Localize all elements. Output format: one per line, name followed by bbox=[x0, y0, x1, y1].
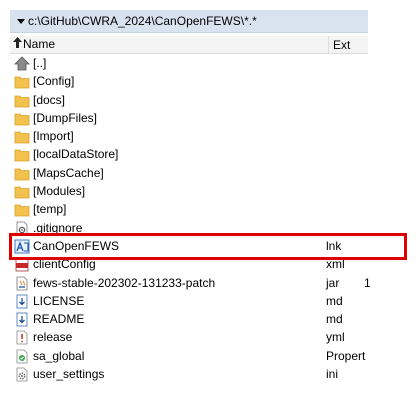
file-name: release bbox=[33, 330, 73, 345]
column-name-header[interactable]: Name bbox=[13, 37, 55, 51]
folder-icon bbox=[14, 111, 30, 126]
file-name: [Modules] bbox=[33, 184, 86, 199]
folder-icon bbox=[14, 184, 30, 199]
file-name: LICENSE bbox=[33, 293, 85, 308]
file-ext: ini bbox=[326, 367, 339, 382]
column-header: Name Ext bbox=[10, 36, 368, 54]
path-bar[interactable]: c:\GitHub\CWRA_2024\CanOpenFEWS\*.* bbox=[10, 10, 368, 33]
folder-icon bbox=[14, 166, 30, 181]
selection-highlight-box bbox=[9, 233, 407, 260]
folder-icon bbox=[14, 202, 30, 217]
file-name: [temp] bbox=[33, 202, 67, 217]
list-item[interactable]: README md bbox=[10, 310, 368, 328]
list-item[interactable]: fews-stable-202302-131233-patch jar 1 bbox=[10, 274, 371, 292]
markdown-file-icon bbox=[14, 312, 30, 327]
list-item[interactable]: [temp] bbox=[10, 200, 368, 218]
list-item[interactable]: [localDataStore] bbox=[10, 145, 368, 163]
file-ext: md bbox=[326, 312, 343, 327]
folder-icon bbox=[14, 93, 30, 108]
file-name: fews-stable-202302-131233-patch bbox=[33, 275, 216, 290]
file-panel: c:\GitHub\CWRA_2024\CanOpenFEWS\*.* Name… bbox=[10, 10, 371, 390]
file-list: [..] [Config] [docs] [DumpFiles] [Import… bbox=[10, 54, 371, 383]
file-name: README bbox=[33, 312, 85, 327]
path-text: c:\GitHub\CWRA_2024\CanOpenFEWS\*.* bbox=[28, 14, 257, 28]
file-name: [Config] bbox=[33, 74, 75, 89]
chevron-down-icon[interactable] bbox=[16, 16, 26, 26]
list-item[interactable]: LICENSE md bbox=[10, 292, 368, 310]
file-name: user_settings bbox=[33, 367, 105, 382]
list-item[interactable]: [Modules] bbox=[10, 182, 368, 200]
yml-file-icon bbox=[14, 330, 30, 345]
file-name: [DumpFiles] bbox=[33, 110, 98, 125]
list-item[interactable]: [Import] bbox=[10, 127, 368, 145]
file-ext: Propert bbox=[326, 348, 366, 363]
file-name: [docs] bbox=[33, 92, 66, 107]
list-item[interactable]: [Config] bbox=[10, 72, 368, 90]
list-item[interactable]: [..] bbox=[10, 54, 368, 72]
list-item[interactable]: [docs] bbox=[10, 91, 368, 109]
column-ext-label: Ext bbox=[333, 37, 351, 52]
list-item[interactable]: release yml bbox=[10, 328, 368, 346]
file-name: [Import] bbox=[33, 129, 74, 144]
properties-file-icon bbox=[14, 349, 30, 364]
folder-icon bbox=[14, 147, 30, 162]
folder-icon bbox=[14, 74, 30, 89]
parent-folder-icon bbox=[14, 56, 30, 71]
sort-up-arrow-icon bbox=[13, 37, 22, 51]
file-name: [localDataStore] bbox=[33, 147, 119, 162]
file-name: [..] bbox=[33, 56, 47, 70]
folder-icon bbox=[14, 129, 30, 144]
list-item[interactable]: [MapsCache] bbox=[10, 164, 368, 182]
file-ext: jar bbox=[326, 275, 340, 290]
file-ext: yml bbox=[326, 330, 345, 345]
list-item[interactable]: sa_global Propert bbox=[10, 347, 368, 365]
column-name-label: Name bbox=[23, 37, 56, 51]
jar-file-icon bbox=[14, 276, 30, 291]
list-item[interactable]: [DumpFiles] bbox=[10, 109, 368, 127]
file-ext: md bbox=[326, 293, 343, 308]
markdown-file-icon bbox=[14, 294, 30, 309]
column-ext-header[interactable]: Ext bbox=[328, 36, 350, 53]
file-size: 1 bbox=[364, 275, 371, 290]
ini-file-icon bbox=[14, 367, 30, 382]
list-item[interactable]: user_settings ini bbox=[10, 365, 368, 383]
file-name: [MapsCache] bbox=[33, 165, 104, 180]
file-name: sa_global bbox=[33, 348, 85, 363]
